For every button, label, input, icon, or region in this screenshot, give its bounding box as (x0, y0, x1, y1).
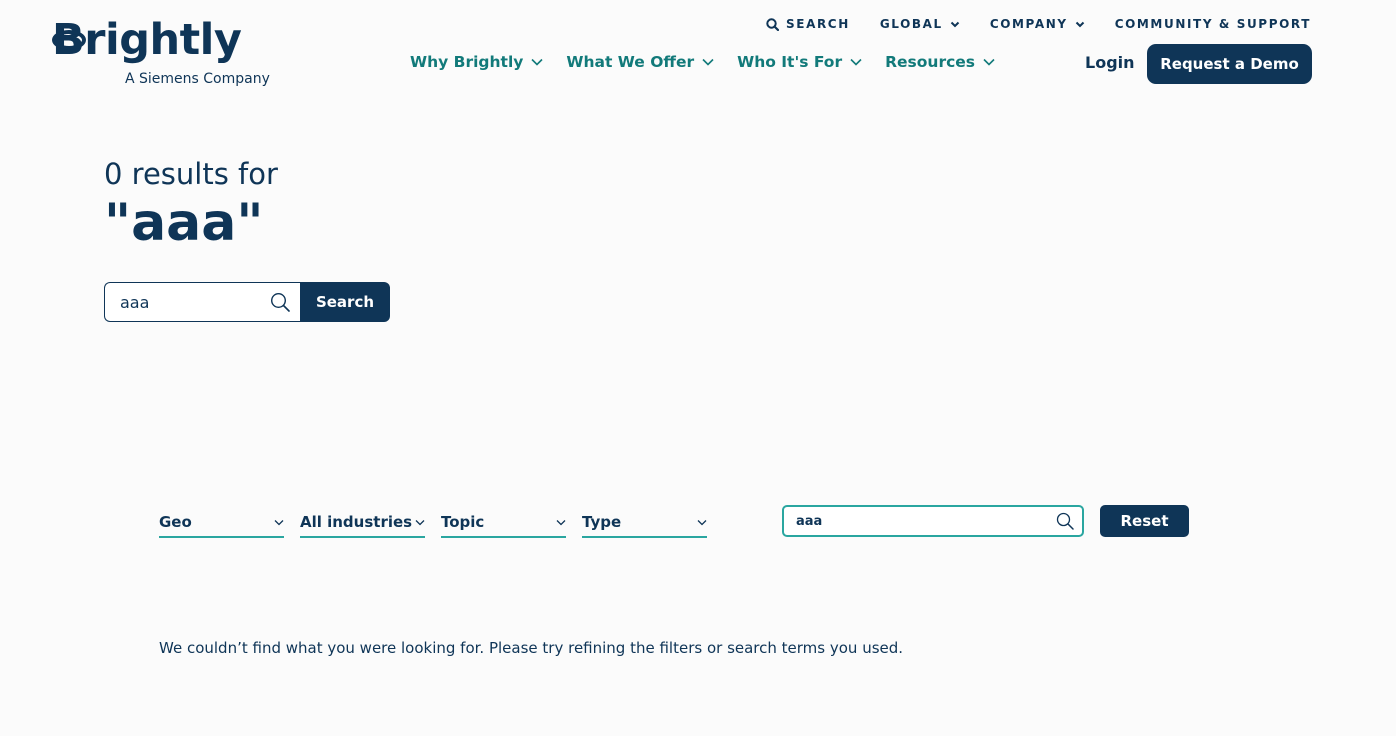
chevron-down-icon (531, 58, 543, 66)
search-icon[interactable] (270, 292, 290, 312)
chevron-down-icon (415, 519, 425, 525)
filter-industries[interactable]: All industries (300, 508, 425, 538)
site-search-button[interactable]: Search (300, 282, 390, 322)
nav-what-we-offer-label: What We Offer (566, 53, 695, 71)
results-count-heading: 0 results for (104, 157, 278, 191)
filter-topic[interactable]: Topic (441, 508, 566, 538)
chevron-down-icon (1075, 21, 1084, 27)
nav-why-brightly-label: Why Brightly (410, 53, 524, 71)
nav-resources[interactable]: Resources (885, 53, 995, 71)
no-results-message: We couldn’t find what you were looking f… (159, 639, 904, 657)
login-link[interactable]: Login (1085, 53, 1135, 72)
site-search-field[interactable] (104, 282, 300, 322)
filter-geo-label: Geo (159, 513, 192, 531)
search-icon[interactable] (1056, 512, 1074, 530)
chevron-down-icon (850, 58, 862, 66)
filter-industries-label: All industries (300, 513, 413, 531)
main-nav: Why Brightly What We Offer Who It's For … (410, 53, 995, 71)
nav-who-its-for[interactable]: Who It's For (737, 53, 862, 71)
filter-type-label: Type (582, 513, 622, 531)
nav-what-we-offer[interactable]: What We Offer (566, 53, 714, 71)
results-query-heading: "aaa" (104, 193, 264, 253)
nav-why-brightly[interactable]: Why Brightly (410, 53, 543, 71)
chevron-down-icon (983, 58, 995, 66)
filter-topic-label: Topic (441, 513, 485, 531)
chevron-down-icon (950, 21, 960, 27)
utility-search-label: Search (786, 17, 850, 31)
utility-nav: Search Global Company Community & Suppor… (766, 17, 1311, 31)
nav-who-its-for-label: Who It's For (737, 53, 843, 71)
chevron-down-icon (556, 519, 566, 525)
nav-resources-label: Resources (885, 53, 976, 71)
utility-company-menu[interactable]: Company (990, 17, 1085, 31)
chevron-down-icon (702, 58, 714, 66)
utility-search-link[interactable]: Search (766, 17, 850, 31)
utility-global-menu[interactable]: Global (880, 17, 960, 31)
filter-search-field[interactable] (782, 505, 1084, 537)
reset-button[interactable]: Reset (1100, 505, 1189, 537)
site-search-input[interactable] (120, 292, 270, 312)
utility-company-label: Company (989, 17, 1068, 31)
utility-community-label: Community & Support (1114, 17, 1311, 31)
logo-ring-icon (52, 30, 86, 50)
page: Brightly A Siemens Company Search Global… (0, 0, 1396, 736)
chevron-down-icon (274, 519, 284, 525)
utility-global-label: Global (879, 17, 943, 31)
search-icon (766, 17, 780, 31)
filter-type[interactable]: Type (582, 508, 707, 538)
brightly-logo[interactable]: Brightly A Siemens Company (52, 12, 272, 92)
filter-search-input[interactable] (796, 513, 1056, 529)
filter-geo[interactable]: Geo (159, 508, 284, 538)
utility-community-support-link[interactable]: Community & Support (1115, 17, 1311, 31)
chevron-down-icon (697, 519, 707, 525)
request-demo-button[interactable]: Request a Demo (1147, 44, 1312, 84)
logo-subtitle: A Siemens Company (125, 71, 270, 87)
